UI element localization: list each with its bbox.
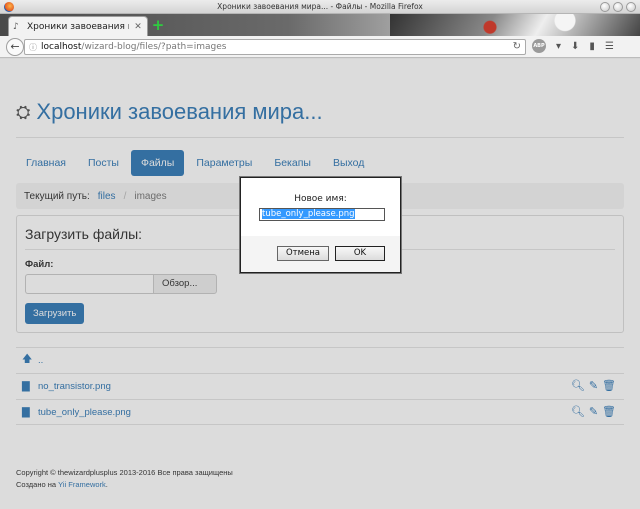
url-bar[interactable]: ⓘ localhost /wizard-blog/files/?path=ima…	[24, 39, 526, 55]
close-window-button[interactable]	[626, 2, 636, 12]
reload-icon[interactable]: ↻	[513, 41, 521, 52]
browser-theme-art	[390, 14, 640, 36]
dropdown-arrow-icon[interactable]: ▾	[556, 41, 561, 52]
toolbar-icons: ABP ▾ ⬇ ▮ ☰	[532, 39, 614, 53]
window-title: Хроники завоевания мира... - Файлы - Moz…	[217, 2, 423, 11]
window-titlebar: Хроники завоевания мира... - Файлы - Moz…	[0, 0, 640, 14]
new-name-input[interactable]: tube_only_please.png	[259, 208, 385, 221]
maximize-button[interactable]	[613, 2, 623, 12]
url-host: localhost	[41, 42, 82, 52]
adblock-icon[interactable]: ABP	[532, 39, 546, 53]
url-path: /wizard-blog/files/?path=images	[81, 42, 227, 52]
menu-icon[interactable]: ☰	[605, 41, 614, 52]
new-name-value: tube_only_please.png	[262, 209, 355, 219]
dialog-body	[241, 178, 400, 236]
close-tab-icon[interactable]: ✕	[133, 22, 143, 32]
minimize-button[interactable]	[600, 2, 610, 12]
tab-strip: ♪ Хроники завоевания ми... ✕ +	[0, 14, 640, 36]
browser-tab[interactable]: ♪ Хроники завоевания ми... ✕	[8, 16, 148, 36]
site-info-icon[interactable]: ⓘ	[29, 42, 41, 53]
tab-title: Хроники завоевания ми...	[27, 21, 129, 32]
site-favicon-icon: ♪	[13, 21, 19, 32]
download-icon[interactable]: ⬇	[571, 41, 579, 52]
rename-dialog: Новое имя: tube_only_please.png Отмена O…	[240, 177, 401, 273]
navigation-toolbar: ⓘ localhost /wizard-blog/files/?path=ima…	[0, 36, 640, 58]
ok-button[interactable]: OK	[335, 246, 385, 261]
bookmarks-icon[interactable]: ▮	[589, 41, 595, 52]
cancel-button[interactable]: Отмена	[277, 246, 329, 261]
new-tab-button[interactable]: +	[151, 18, 165, 33]
page-viewport: ⛭ Хроники завоевания мира... Главная Пос…	[0, 59, 640, 509]
back-button[interactable]: ←	[6, 38, 24, 56]
dialog-label: Новое имя:	[294, 194, 347, 204]
modal-overlay	[0, 59, 640, 509]
